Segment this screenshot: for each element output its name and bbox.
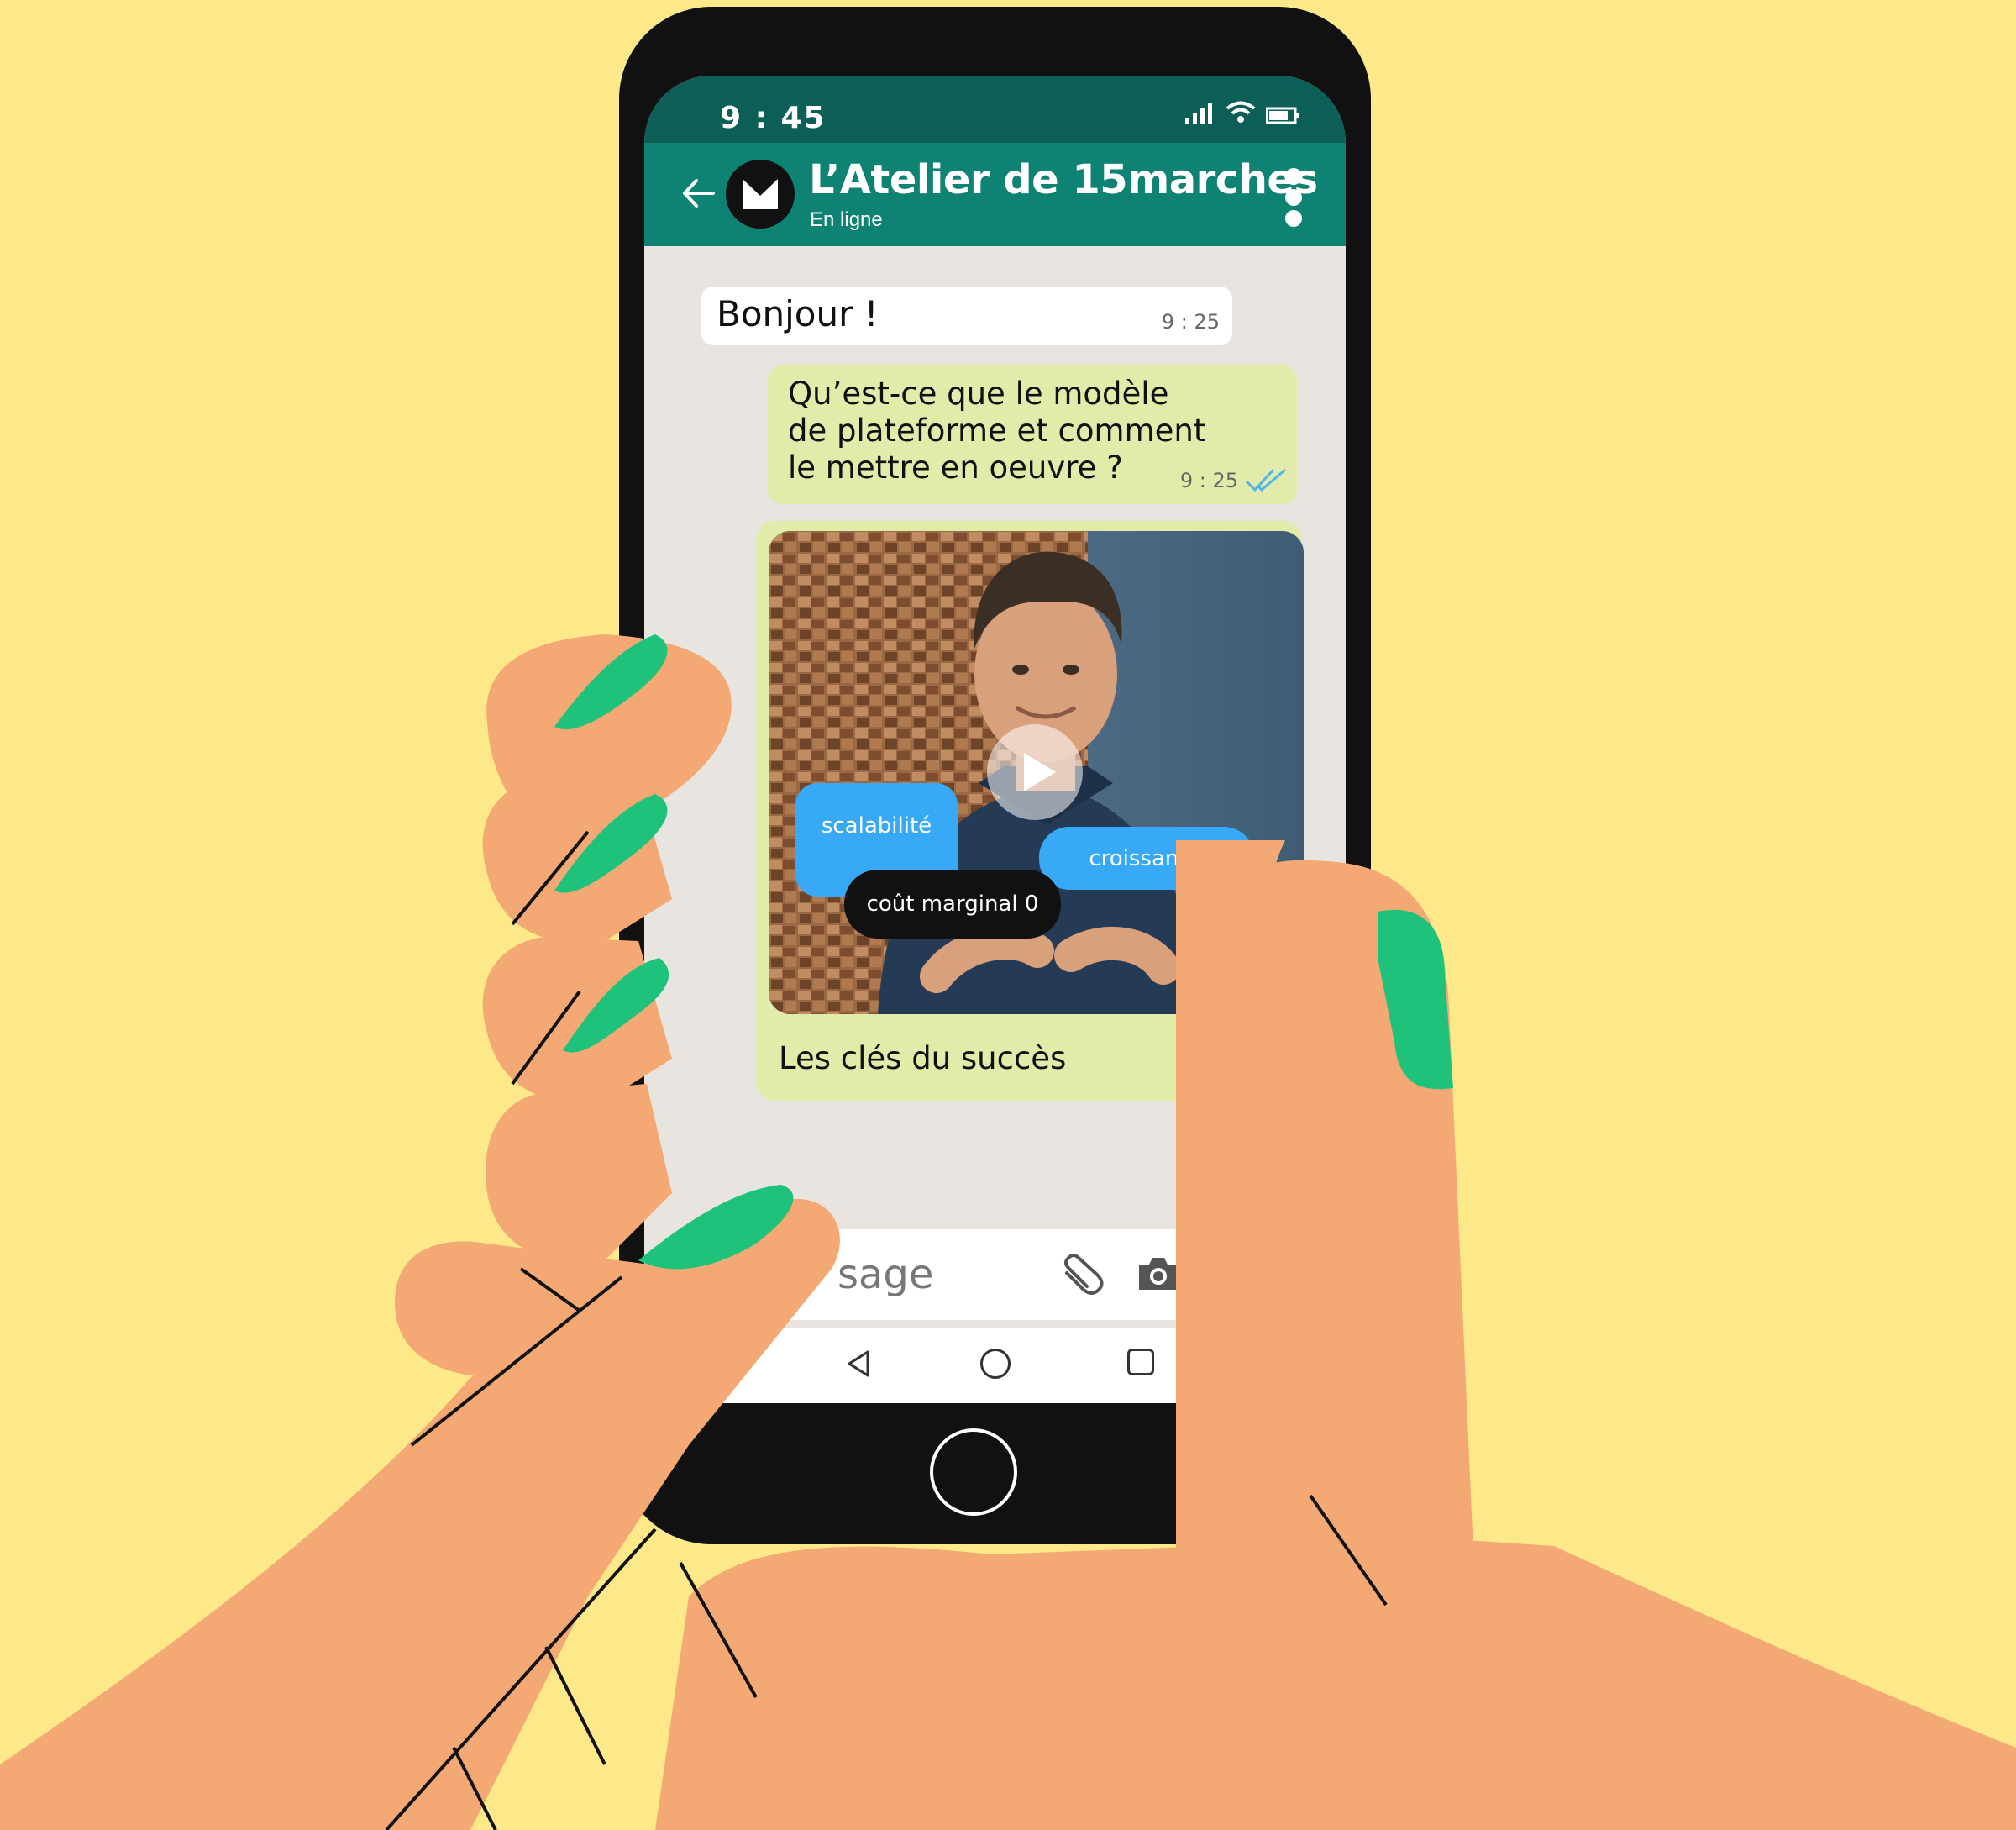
illustration-scene: 9 : 45 L’Atelier de 15marches En ligne B… <box>0 0 2016 1830</box>
hands-illustration <box>0 634 2016 1830</box>
